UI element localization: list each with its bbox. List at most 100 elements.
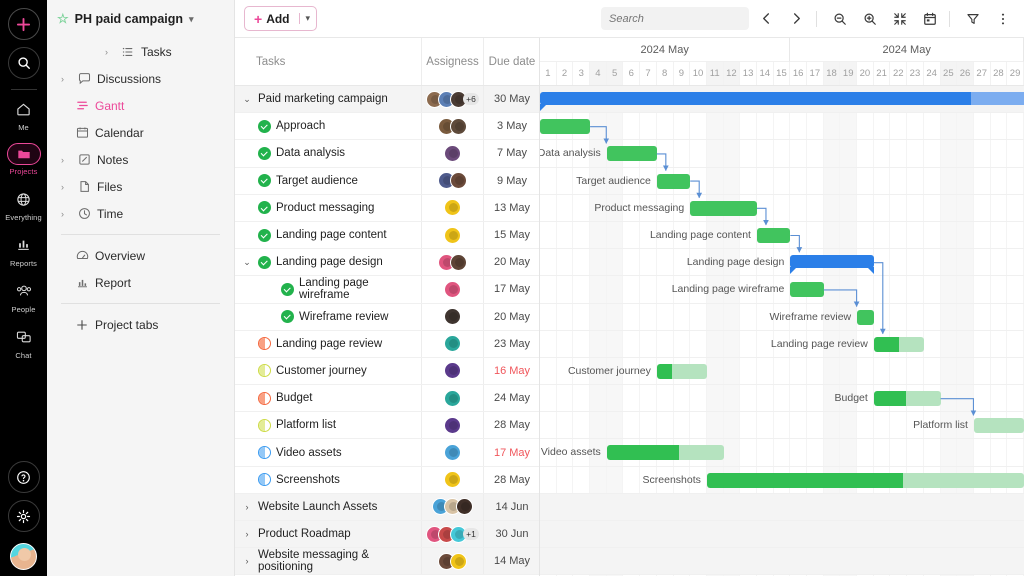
due-date-cell[interactable]: 30 May [483, 86, 540, 112]
expand-toggle-icon[interactable]: › [241, 529, 253, 539]
avatar[interactable] [450, 254, 467, 271]
task-name-cell[interactable]: ›Product messaging [235, 201, 421, 214]
task-name-cell[interactable]: ›Platform list [235, 419, 421, 432]
assignees-cell[interactable] [421, 195, 483, 221]
status-badge[interactable] [258, 120, 271, 133]
avatar[interactable] [450, 172, 467, 189]
avatar[interactable] [444, 362, 461, 379]
table-row[interactable]: ›Data analysis7 May [235, 140, 539, 167]
table-row[interactable]: ›Landing page review 23 May [235, 331, 539, 358]
sidebar-item-files[interactable]: › Files [57, 173, 224, 200]
assignees-cell[interactable] [421, 467, 483, 493]
filter-icon[interactable] [960, 6, 985, 31]
due-date-cell[interactable]: 16 May [483, 358, 540, 384]
status-badge[interactable] [258, 256, 271, 269]
task-name-cell[interactable]: ›Approach [235, 120, 421, 133]
next-icon[interactable] [784, 6, 809, 31]
rail-item-reports[interactable]: Reports [0, 233, 47, 268]
avatar[interactable] [444, 145, 461, 162]
avatar[interactable] [444, 335, 461, 352]
due-date-cell[interactable]: 28 May [483, 412, 540, 438]
calendar-icon[interactable] [917, 6, 942, 31]
avatar[interactable] [444, 471, 461, 488]
avatar[interactable] [444, 281, 461, 298]
task-name-cell[interactable]: ⌄Landing page design [235, 256, 421, 269]
task-name-cell[interactable]: ›Target audience [235, 174, 421, 187]
zoom-out-icon[interactable] [827, 6, 852, 31]
gantt-bar[interactable] [857, 310, 874, 325]
assignees-cell[interactable] [421, 168, 483, 194]
more-icon[interactable] [990, 6, 1015, 31]
task-name-cell[interactable]: ›Website Launch Assets [235, 501, 421, 513]
gear-icon[interactable] [8, 500, 40, 532]
task-name-cell[interactable]: ›Product Roadmap [235, 528, 421, 540]
assignees-cell[interactable] [421, 412, 483, 438]
gantt-bar[interactable] [707, 473, 1024, 488]
gantt-bar[interactable] [790, 255, 873, 268]
task-name-cell[interactable]: ⌄Paid marketing campaign [235, 93, 421, 105]
gantt-bar[interactable] [540, 92, 1024, 105]
rail-item-everything[interactable]: Everything [0, 187, 47, 222]
avatar[interactable] [456, 498, 473, 515]
expand-toggle-icon[interactable]: › [241, 556, 253, 566]
due-date-cell[interactable]: 30 Jun [483, 521, 540, 547]
star-icon[interactable]: ☆ [57, 11, 69, 27]
gantt-bar[interactable] [690, 201, 757, 216]
gantt-bar[interactable] [657, 364, 707, 379]
task-name-cell[interactable]: ›Video assets [235, 446, 421, 459]
assignees-cell[interactable] [421, 140, 483, 166]
gantt-bar[interactable] [540, 119, 590, 134]
sidebar-item-time[interactable]: › Time [57, 200, 224, 227]
add-button[interactable]: +Add ▾ [244, 6, 317, 31]
search-icon[interactable] [8, 47, 40, 79]
chevron-down-icon[interactable]: ▾ [189, 14, 194, 25]
table-row[interactable]: ›Landing page content15 May [235, 222, 539, 249]
rail-item-projects[interactable]: Projects [0, 143, 47, 176]
task-name-cell[interactable]: ›Landing page review [235, 337, 421, 350]
gantt-chart[interactable]: 2024 May2024 May 12345678910111213141516… [540, 38, 1024, 576]
due-date-cell[interactable]: 13 May [483, 195, 540, 221]
avatar[interactable] [444, 444, 461, 461]
status-badge[interactable] [281, 310, 294, 323]
table-row[interactable]: ›Budget24 May [235, 385, 539, 412]
gantt-bar[interactable] [607, 445, 724, 460]
assignees-cell[interactable] [421, 331, 483, 357]
status-badge[interactable] [258, 147, 271, 160]
due-date-cell[interactable]: 3 May [483, 113, 540, 139]
assignees-cell[interactable] [421, 385, 483, 411]
assignees-cell[interactable] [421, 548, 483, 574]
add-global-button[interactable] [8, 8, 40, 40]
status-badge[interactable] [258, 174, 271, 187]
due-date-cell[interactable]: 9 May [483, 168, 540, 194]
due-date-cell[interactable]: 14 May [483, 548, 540, 574]
table-row[interactable]: ›Screenshots28 May [235, 467, 539, 494]
table-row[interactable]: ›Target audience 9 May [235, 168, 539, 195]
status-badge[interactable] [258, 229, 271, 242]
avatar[interactable] [444, 390, 461, 407]
gantt-bar[interactable] [874, 391, 941, 406]
gantt-bar[interactable] [874, 337, 924, 352]
task-name-cell[interactable]: ›Wireframe review [235, 310, 421, 323]
status-badge[interactable] [258, 473, 271, 486]
status-badge[interactable] [258, 364, 271, 377]
gantt-bar[interactable] [790, 282, 823, 297]
table-row[interactable]: ›Landing page wireframe17 May [235, 276, 539, 303]
chevron-down-icon[interactable]: ▾ [299, 13, 317, 24]
due-date-cell[interactable]: 23 May [483, 331, 540, 357]
assignees-cell[interactable]: +1 [421, 521, 483, 547]
avatar[interactable] [10, 543, 37, 570]
assignees-cell[interactable] [421, 494, 483, 520]
search-input[interactable] [601, 7, 749, 30]
task-name-cell[interactable]: ›Screenshots [235, 473, 421, 486]
table-row[interactable]: ›Product Roadmap+130 Jun [235, 521, 539, 548]
table-row[interactable]: ⌄Landing page design20 May [235, 249, 539, 276]
status-badge[interactable] [258, 419, 271, 432]
avatar[interactable] [444, 417, 461, 434]
assignees-cell[interactable] [421, 249, 483, 275]
rail-item-chat[interactable]: Chat [0, 325, 47, 360]
task-name-cell[interactable]: ›Landing page content [235, 229, 421, 242]
avatar[interactable] [450, 118, 467, 135]
assignees-cell[interactable] [421, 113, 483, 139]
sidebar-item-gantt[interactable]: Gantt [57, 92, 224, 119]
sidebar-item-tasks[interactable]: › Tasks [57, 38, 224, 65]
